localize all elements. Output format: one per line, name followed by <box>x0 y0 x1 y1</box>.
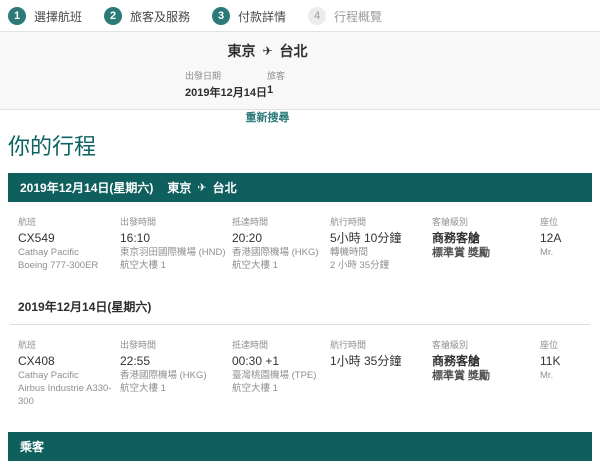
col-duration: 航行時間 <box>330 340 367 350</box>
seat-holder: Mr. <box>540 247 554 258</box>
duration-cell: 1小時 35分鐘 <box>330 354 432 408</box>
flight-number: CX408 <box>18 354 55 368</box>
fare-type: 標準賞 獎勵 <box>432 247 491 259</box>
arrive-airport: 臺灣桃園機場 (TPE) <box>232 370 317 381</box>
passenger-info: 成人 Mr, (+886) 9 k@m .com.tw 亞洲萬里通」 1 <box>0 461 600 470</box>
route-origin: 東京 <box>227 43 256 59</box>
step-payment-details[interactable]: 3 付款詳情 <box>212 7 286 25</box>
plane-icon: ✈ <box>197 182 207 194</box>
cabin-class: 商務客艙 <box>432 354 481 368</box>
col-flight: 航班 <box>18 217 37 227</box>
plane-icon: ✈ <box>262 44 273 58</box>
aircraft: Boeing 777-300ER <box>18 260 99 271</box>
departure-date-block: 出發日期 2019年12月14日 <box>185 69 267 100</box>
depart-terminal: 航空大樓 1 <box>120 260 166 271</box>
step-1-label: 選擇航班 <box>34 9 83 24</box>
step-select-flight[interactable]: 1 選擇航班 <box>8 7 82 25</box>
depart-cell: 22:55 香港國際機場 (HKG) 航空大樓 1 <box>120 354 232 408</box>
step-passengers-services[interactable]: 2 旅客及服務 <box>104 7 190 25</box>
arrive-terminal: 航空大樓 1 <box>232 383 278 394</box>
flight-number: CX549 <box>18 231 55 245</box>
itinerary-header-destination: 台北 <box>212 181 237 195</box>
step-3-label: 付款詳情 <box>238 9 287 24</box>
col-arrive-time: 抵達時間 <box>232 217 269 227</box>
depart-time: 16:10 <box>120 231 151 245</box>
seat-number: 11K <box>540 354 561 368</box>
cabin-class: 商務客艙 <box>432 231 481 245</box>
depart-cell: 16:10 東京羽田國際機場 (HND) 航空大樓 1 <box>120 231 232 272</box>
carrier: Cathay Pacific <box>18 370 79 381</box>
flight-cell: CX549 Cathay Pacific Boeing 777-300ER <box>18 231 120 272</box>
depart-airport: 東京羽田國際機場 (HND) <box>120 247 226 258</box>
col-cabin: 客艙級別 <box>432 217 469 227</box>
flight-duration: 5小時 10分鐘 <box>330 231 402 245</box>
arrive-airport: 香港國際機場 (HKG) <box>232 247 319 258</box>
seat-holder: Mr. <box>540 370 554 381</box>
itinerary-header-date: 2019年12月14日(星期六) <box>20 181 154 195</box>
arrive-terminal: 航空大樓 1 <box>232 260 278 271</box>
depart-time: 22:55 <box>120 354 151 368</box>
flight-cell: CX408 Cathay Pacific Airbus Industrie A3… <box>18 354 120 408</box>
departure-date-label: 出發日期 <box>185 71 222 81</box>
arrive-cell: 20:20 香港國際機場 (HKG) 航空大樓 1 <box>232 231 330 272</box>
col-flight: 航班 <box>18 340 37 350</box>
arrive-time: 00:30 +1 <box>232 354 280 368</box>
step-3-circle: 3 <box>212 7 231 25</box>
flight-segment-2: 2019年12月14日(星期六) 航班 出發時間 抵達時間 航行時間 客艙級別 … <box>8 282 592 418</box>
flight-segment-1: 航班 出發時間 抵達時間 航行時間 客艙級別 座位 CX549 Cathay P… <box>8 202 592 282</box>
step-1-circle: 1 <box>8 7 26 25</box>
departure-date-value: 2019年12月14日 <box>185 87 267 99</box>
col-seat: 座位 <box>540 217 559 227</box>
passenger-header-label: 乘客 <box>20 440 45 454</box>
transfer-label: 轉機時間 <box>330 247 369 258</box>
route-destination: 台北 <box>279 43 308 59</box>
transfer-duration: 2 小時 35分鐘 <box>330 260 390 271</box>
passengers-label: 旅客 <box>267 71 286 81</box>
route-title: 東京 ✈ 台北 <box>185 41 350 61</box>
col-cabin: 客艙級別 <box>432 340 469 350</box>
step-itinerary-overview: 4 行程概覽 <box>308 7 382 25</box>
duration-cell: 5小時 10分鐘 轉機時間 2 小時 35分鐘 <box>330 231 432 272</box>
aircraft: Airbus Industrie A330-300 <box>18 383 112 407</box>
passengers-block: 旅客 1 <box>267 69 349 100</box>
cabin-cell: 商務客艙 標準賞 獎勵 <box>432 354 540 408</box>
cabin-cell: 商務客艙 標準賞 獎勵 <box>432 231 540 272</box>
step-2-label: 旅客及服務 <box>130 9 191 24</box>
col-seat: 座位 <box>540 340 559 350</box>
carrier: Cathay Pacific <box>18 247 79 258</box>
arrive-cell: 00:30 +1 臺灣桃園機場 (TPE) 航空大樓 1 <box>232 354 330 408</box>
itinerary-header-origin: 東京 <box>167 181 192 195</box>
flight-duration: 1小時 35分鐘 <box>330 354 402 368</box>
col-depart-time: 出發時間 <box>120 217 157 227</box>
passenger-section: 乘客 <box>8 432 592 461</box>
col-arrive-time: 抵達時間 <box>232 340 269 350</box>
step-2-circle: 2 <box>104 7 123 25</box>
arrive-time: 20:20 <box>232 231 263 245</box>
depart-airport: 香港國際機場 (HKG) <box>120 370 207 381</box>
col-duration: 航行時間 <box>330 217 367 227</box>
passengers-count: 1 <box>267 84 274 96</box>
page-title: 你的行程 <box>8 134 97 159</box>
segment-2-date: 2019年12月14日(星期六) <box>18 300 152 314</box>
itinerary-card: 2019年12月14日(星期六) 東京 ✈ 台北 航班 出發時間 抵達時間 航行… <box>8 173 592 418</box>
booking-stepper: 1 選擇航班 2 旅客及服務 3 付款詳情 4 行程概覽 <box>0 0 600 31</box>
fare-type: 標準賞 獎勵 <box>432 370 491 382</box>
passenger-header-bar: 乘客 <box>8 432 592 461</box>
depart-terminal: 航空大樓 1 <box>120 383 166 394</box>
step-4-label: 行程概覽 <box>334 9 383 24</box>
search-summary-panel: 東京 ✈ 台北 出發日期 2019年12月14日 旅客 1 重新搜尋 <box>0 31 600 124</box>
col-depart-time: 出發時間 <box>120 340 157 350</box>
seat-number: 12A <box>540 231 562 245</box>
itinerary-header-bar: 2019年12月14日(星期六) 東京 ✈ 台北 <box>8 173 592 202</box>
new-search-link[interactable]: 重新搜尋 <box>185 109 350 125</box>
seat-cell: 11K Mr. <box>540 354 592 408</box>
seat-cell: 12A Mr. <box>540 231 592 272</box>
step-4-circle: 4 <box>308 7 327 25</box>
